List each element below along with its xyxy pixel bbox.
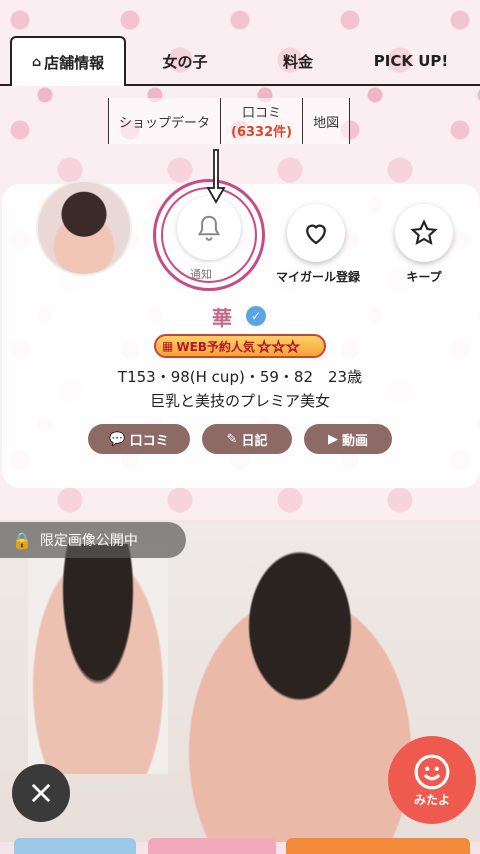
diary-pill-label: 日記	[241, 433, 268, 449]
profile-stats: T153・98(H cup)・59・82 23歳	[117, 368, 363, 386]
verified-icon: ✓	[246, 306, 266, 326]
girl-name: 華	[212, 306, 232, 330]
tab-pickup[interactable]: PICK UP!	[352, 38, 470, 84]
reviews-pill-label: 口コミ	[129, 433, 169, 449]
my-girl-button[interactable]	[287, 204, 345, 262]
video-camera-icon: ▶	[327, 431, 338, 447]
bottom-button-3[interactable]	[286, 838, 470, 854]
video-pill-label: 動画	[341, 433, 368, 449]
rank-label: WEB予約人気	[176, 339, 255, 354]
tab-price[interactable]: 料金	[244, 38, 352, 84]
heart-icon	[306, 224, 326, 245]
reviews-pill-button[interactable]: 💬 口コミ	[88, 424, 190, 454]
subnav-map[interactable]: 地図	[302, 98, 351, 144]
locked-photos-label: 限定画像公開中	[39, 533, 138, 549]
mitayo-label: みたよ	[413, 792, 450, 807]
close-icon	[31, 783, 51, 803]
tab-price-label: 料金	[282, 52, 313, 71]
diary-pill-button[interactable]: ✎ 日記	[202, 424, 292, 454]
bottom-button-1[interactable]	[14, 838, 136, 854]
bottom-button-2[interactable]	[148, 838, 276, 854]
subnav-reviews-count: (6332件)	[231, 125, 293, 140]
smiley-icon	[414, 754, 450, 789]
profile-catchcopy: 巨乳と美技のプレミア美女	[149, 392, 330, 410]
edit-icon: ✎	[226, 431, 238, 447]
tab-girls[interactable]: 女の子	[126, 38, 244, 84]
home-icon: ⌂	[31, 54, 42, 70]
main-tab-bar: ⌂ 店舗情報 女の子 料金 PICK UP!	[0, 34, 480, 86]
sub-navigation: ショップデータ 口コミ (6332件) 地図	[108, 98, 351, 144]
subnav-map-label: 地図	[313, 115, 340, 131]
tab-pickup-label: PICK UP!	[373, 52, 449, 70]
my-girl-label: マイガール登録	[275, 270, 360, 284]
mitayo-button[interactable]: みたよ	[388, 736, 476, 824]
tab-girls-label: 女の子	[162, 52, 208, 71]
bottom-action-bar	[0, 838, 480, 854]
subnav-reviews-label: 口コミ	[242, 106, 282, 121]
photo-inset	[28, 544, 168, 774]
rank-stars: ☆☆☆	[256, 336, 300, 356]
tab-shop-info-label: 店舗情報	[44, 53, 105, 72]
keep-button[interactable]	[395, 204, 453, 262]
locked-photos-banner[interactable]: 🔒 限定画像公開中	[0, 522, 186, 558]
arrow-down-icon	[206, 149, 226, 204]
close-button[interactable]	[12, 764, 70, 822]
subnav-reviews[interactable]: 口コミ (6332件)	[220, 98, 303, 144]
subnav-shop-data[interactable]: ショップデータ	[108, 98, 221, 144]
chat-bubble-icon: 💬	[109, 431, 126, 447]
notify-label: 通知	[190, 268, 212, 281]
bell-icon	[197, 215, 221, 241]
tab-shop-info[interactable]: ⌂ 店舗情報	[10, 36, 126, 86]
rank-badge: ▦ WEB予約人気 ☆☆☆	[154, 334, 326, 358]
video-pill-button[interactable]: ▶ 動画	[304, 424, 392, 454]
star-icon	[410, 219, 438, 246]
subnav-shop-data-label: ショップデータ	[119, 115, 211, 131]
avatar[interactable]	[36, 180, 132, 276]
keep-label: キープ	[406, 270, 442, 284]
calendar-icon: ▦	[162, 339, 174, 353]
lock-icon: 🔒	[12, 530, 32, 550]
